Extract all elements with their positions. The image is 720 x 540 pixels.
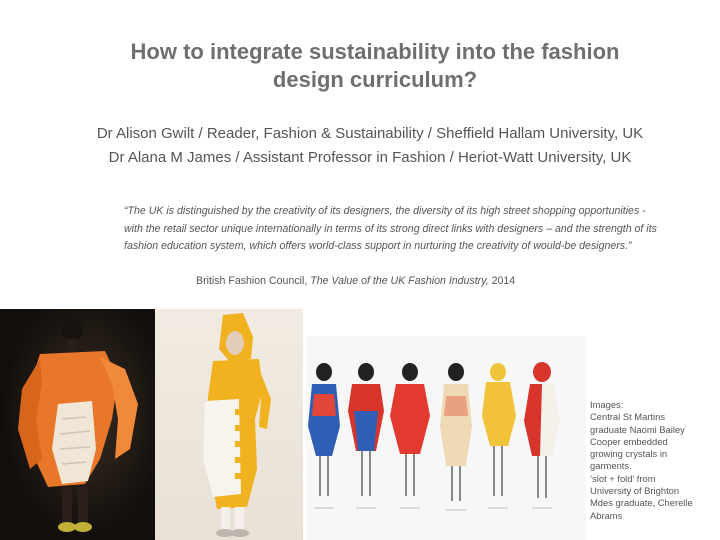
sketch-figure-red-blue [348, 363, 384, 496]
author-1: Dr Alison Gwilt / Reader, Fashion & Sust… [96, 125, 644, 142]
sketch-figure-red [390, 363, 430, 496]
caption-line: Cooper embedded [590, 435, 668, 447]
sketch-figures [308, 362, 560, 511]
fashion-sketch-lineup [306, 336, 586, 540]
sketch-figure-yellow [482, 363, 516, 496]
sketch-figure-red-white [524, 362, 560, 498]
photo-slot-fold-garment [155, 309, 303, 540]
caption-line: garments. [590, 460, 632, 472]
citation-year: 2014 [488, 275, 516, 287]
photo-crystal-garment [0, 309, 155, 540]
title-line-1: How to integrate sustainability into the… [130, 39, 620, 64]
caption-line: Mdes graduate, Cherelle [590, 497, 693, 509]
image-caption: Images: Central St Martins graduate Naom… [590, 399, 718, 522]
citation-prefix: British Fashion Council, [196, 275, 311, 287]
quote-citation: British Fashion Council, The Value of th… [196, 273, 616, 290]
author-2: Dr Alana M James / Assistant Professor i… [108, 149, 632, 166]
caption-line: Abrams [590, 509, 623, 521]
yellow-garment-figure [203, 313, 271, 537]
sketch-figure-blue [308, 363, 340, 496]
authors-block: Dr Alison Gwilt / Reader, Fashion & Sust… [30, 122, 710, 170]
caption-line: Central St Martins [590, 411, 666, 423]
title-line-2: design curriculum? [272, 67, 478, 92]
caption-line: Images: [590, 399, 624, 410]
caption-line: ‘slot + fold’ from [590, 472, 656, 484]
slide-title: How to integrate sustainability into the… [60, 38, 690, 94]
caption-line: graduate Naomi Bailey [590, 423, 685, 435]
orange-garment-figure [18, 316, 138, 532]
quote-text: “The UK is distinguished by the creativi… [124, 205, 657, 252]
citation-title: The Value of the UK Fashion Industry, [310, 275, 489, 287]
caption-line: University of Brighton [590, 485, 680, 497]
caption-line: growing crystals in [590, 448, 668, 460]
sketch-figure-cream [440, 363, 472, 501]
